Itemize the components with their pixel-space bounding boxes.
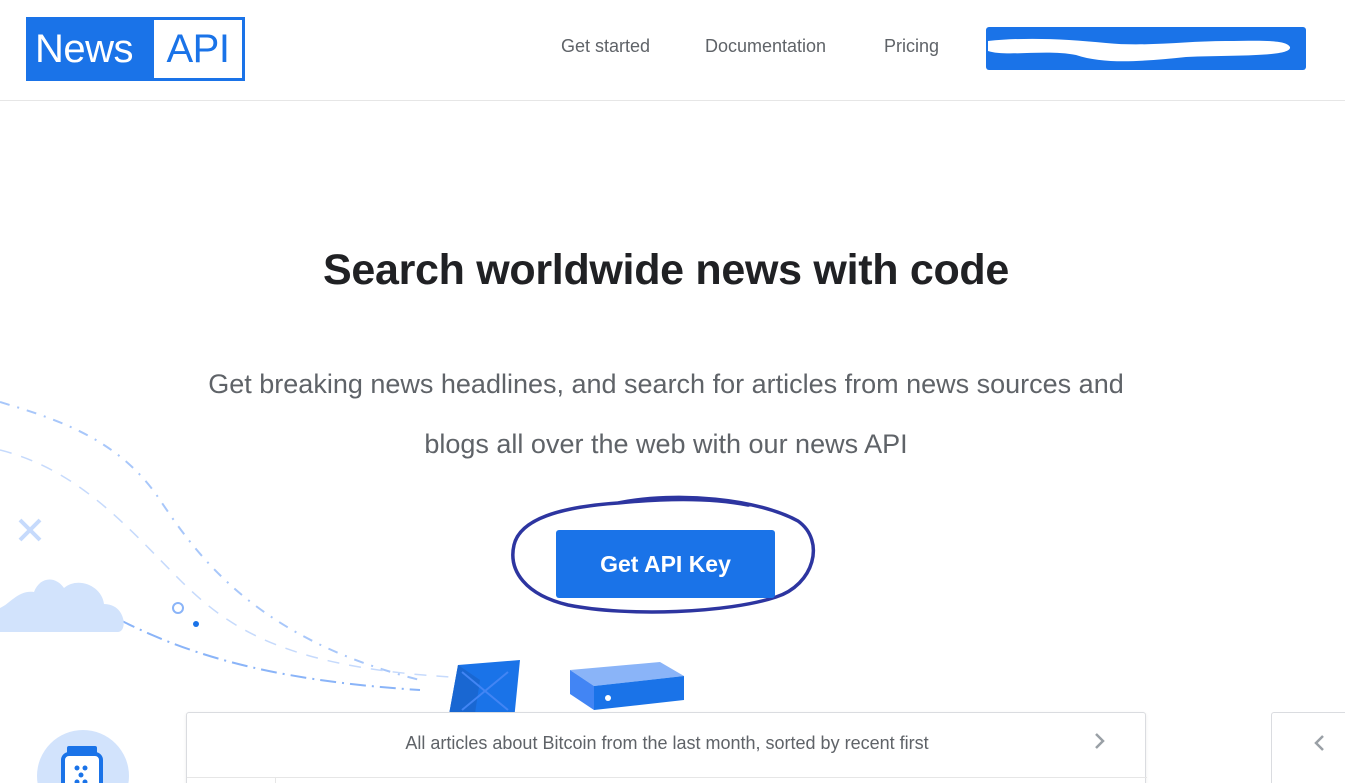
- nav-pricing[interactable]: Pricing: [884, 36, 939, 57]
- card-divider: [187, 777, 1147, 778]
- hero-title: Search worldwide news with code: [322, 246, 1010, 294]
- logo-text-news: News: [35, 26, 134, 71]
- nav-get-started[interactable]: Get started: [561, 36, 650, 57]
- smartwatch-glyph: [61, 746, 103, 783]
- smartwatch-icon: [37, 730, 129, 783]
- nav-documentation[interactable]: Documentation: [705, 36, 826, 57]
- redaction-scribble: [988, 38, 1291, 62]
- logo-text-api: API: [154, 20, 242, 78]
- site-header: News API Get started Documentation Prici…: [0, 0, 1345, 101]
- example-query-card: All articles about Bitcoin from the last…: [186, 712, 1147, 783]
- account-button[interactable]: [986, 27, 1306, 70]
- example-query-description: All articles about Bitcoin from the last…: [405, 733, 929, 753]
- hero-subtitle: Get breaking news headlines, and search …: [208, 369, 1124, 459]
- side-example-card: [1271, 712, 1345, 783]
- chevron-left-icon[interactable]: [1308, 731, 1332, 755]
- chevron-right-icon[interactable]: [1087, 729, 1111, 753]
- card-column-divider: [275, 777, 276, 783]
- get-api-key-button[interactable]: Get API Key: [556, 530, 775, 598]
- newsapi-logo[interactable]: News API: [26, 17, 245, 81]
